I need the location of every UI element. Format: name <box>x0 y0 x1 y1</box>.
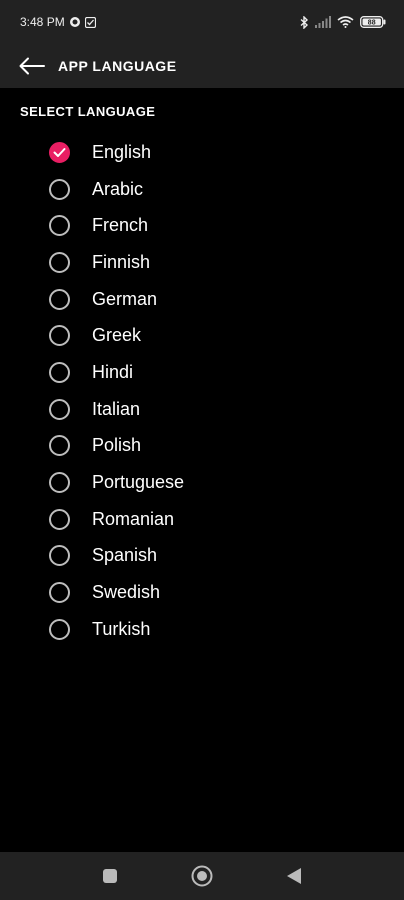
language-label: Hindi <box>92 361 134 382</box>
language-label: Arabic <box>92 178 144 199</box>
language-option[interactable]: Italian <box>0 391 404 428</box>
radio-icon[interactable] <box>49 582 70 604</box>
language-option[interactable]: Polish <box>0 428 404 465</box>
arrow-left-icon <box>19 57 45 75</box>
language-option[interactable]: Portuguese <box>0 464 404 501</box>
clock: 3:48 PM <box>20 15 65 29</box>
section-title: SELECT LANGUAGE <box>20 104 156 119</box>
language-option[interactable]: German <box>0 281 404 318</box>
radio-checked-icon[interactable] <box>49 141 70 163</box>
bluetooth-icon <box>300 15 309 29</box>
square-icon <box>103 869 117 883</box>
signal-icon <box>315 16 331 28</box>
language-label: Portuguese <box>92 472 185 493</box>
radio-icon[interactable] <box>49 398 70 420</box>
check-box-icon <box>84 16 96 28</box>
radio-icon[interactable] <box>49 508 70 530</box>
language-label: Spanish <box>92 545 158 566</box>
radio-icon[interactable] <box>49 618 70 640</box>
language-list: English Arabic French Finnish German Greek Hin… <box>0 134 404 648</box>
language-option[interactable]: French <box>0 207 404 244</box>
language-label: English <box>92 141 152 162</box>
back-button[interactable] <box>14 48 50 84</box>
language-option[interactable]: Arabic <box>0 171 404 208</box>
language-option[interactable]: English <box>0 134 404 171</box>
language-option[interactable]: Spanish <box>0 538 404 575</box>
radio-icon[interactable] <box>49 435 70 457</box>
language-option[interactable]: Greek <box>0 317 404 354</box>
page-title: APP LANGUAGE <box>58 58 177 74</box>
app-bar: APP LANGUAGE <box>0 44 404 88</box>
back-nav-button[interactable] <box>274 856 314 896</box>
home-button[interactable] <box>182 856 222 896</box>
language-option[interactable]: Finnish <box>0 244 404 281</box>
circle-icon <box>191 865 213 887</box>
language-option[interactable]: Romanian <box>0 501 404 538</box>
status-bar: 3:48 PM 88 <box>0 0 404 44</box>
language-label: Polish <box>92 435 142 456</box>
radio-icon[interactable] <box>49 361 70 383</box>
radio-icon[interactable] <box>49 288 70 310</box>
language-label: German <box>92 288 158 309</box>
language-option[interactable]: Swedish <box>0 574 404 611</box>
triangle-back-icon <box>287 868 301 884</box>
whatsapp-icon <box>69 17 80 27</box>
language-label: Turkish <box>92 618 151 639</box>
radio-icon[interactable] <box>49 178 70 200</box>
language-label: Finnish <box>92 251 151 272</box>
language-option[interactable]: Turkish <box>0 611 404 648</box>
radio-icon[interactable] <box>49 251 70 273</box>
radio-icon[interactable] <box>49 545 70 567</box>
wifi-icon <box>337 16 354 28</box>
battery-level: 88 <box>368 20 376 27</box>
language-option[interactable]: Hindi <box>0 354 404 391</box>
language-label: French <box>92 215 149 236</box>
status-right: 88 <box>300 15 386 29</box>
recents-button[interactable] <box>90 856 130 896</box>
radio-icon[interactable] <box>49 325 70 347</box>
language-label: Swedish <box>92 582 161 603</box>
check-icon <box>53 147 66 157</box>
language-label: Greek <box>92 325 142 346</box>
radio-icon[interactable] <box>49 472 70 494</box>
status-left: 3:48 PM <box>20 15 96 29</box>
navigation-bar <box>0 852 404 900</box>
radio-icon[interactable] <box>49 215 70 237</box>
battery-icon: 88 <box>360 16 386 28</box>
language-label: Romanian <box>92 508 175 529</box>
language-label: Italian <box>92 398 141 419</box>
